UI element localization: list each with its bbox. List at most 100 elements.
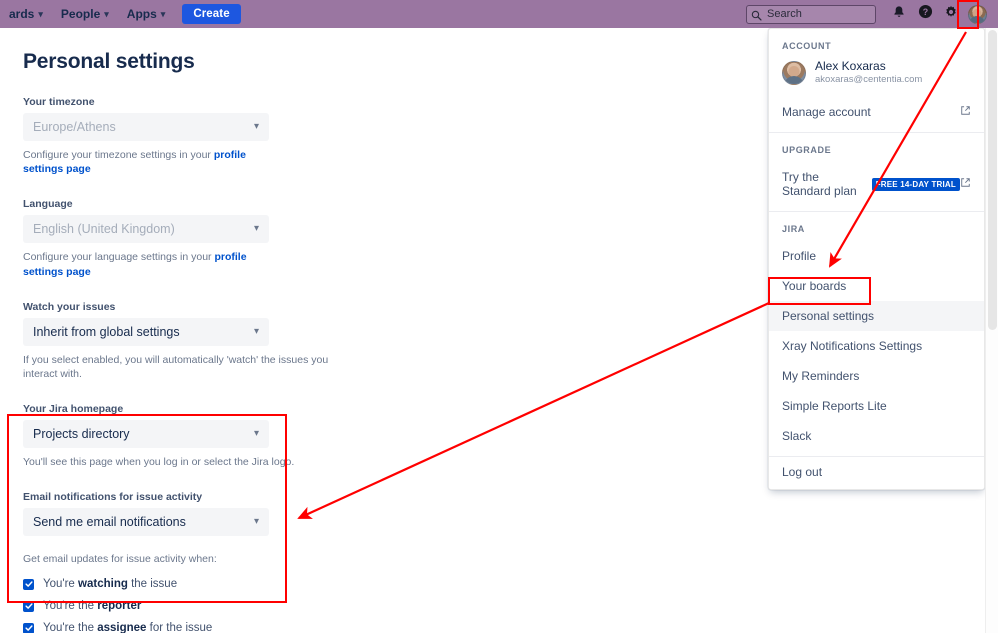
settings-button[interactable] <box>938 0 964 28</box>
dropdown-section-upgrade-label: UPGRADE <box>769 133 984 162</box>
checkbox-checked-icon[interactable] <box>23 601 34 612</box>
nav-boards-label: ards <box>9 7 34 21</box>
external-link-icon <box>960 177 971 191</box>
dropdown-upgrade-left: Try the Standard plan FREE 14-DAY TRIAL <box>782 170 960 198</box>
checkbox-checked-icon[interactable] <box>23 623 34 633</box>
dropdown-item-try-standard-plan[interactable]: Try the Standard plan FREE 14-DAY TRIAL <box>769 162 984 206</box>
checkbox-intro-text: Get email updates for issue activity whe… <box>23 553 985 565</box>
nav-left-group: ards ▾ People ▾ Apps ▾ Create <box>0 0 241 28</box>
nav-people-label: People <box>61 7 100 21</box>
chevron-down-icon: ▾ <box>104 10 109 19</box>
chevron-down-icon: ▾ <box>254 327 259 337</box>
nav-apps-label: Apps <box>127 7 157 21</box>
dropdown-item-simple-reports-lite[interactable]: Simple Reports Lite <box>769 391 984 421</box>
field-label: Your Jira homepage <box>23 403 269 415</box>
app-root: ards ▾ People ▾ Apps ▾ Create Search <box>0 0 998 633</box>
field-watch-your-issues: Watch your issues Inherit from global se… <box>23 301 269 381</box>
nav-right-group: Search <box>746 0 990 28</box>
chevron-down-icon: ▾ <box>254 429 259 439</box>
language-help-prefix: Configure your language settings in your <box>23 251 214 263</box>
chevron-down-icon: ▾ <box>38 10 43 19</box>
avatar-body <box>784 76 804 85</box>
watch-issues-help-text: If you select enabled, you will automati… <box>23 353 343 381</box>
language-select[interactable]: English (United Kingdom) ▾ <box>23 215 269 243</box>
dropdown-item-log-out-label: Log out <box>782 465 822 479</box>
nav-apps[interactable]: Apps ▾ <box>118 0 175 28</box>
field-jira-homepage: Your Jira homepage Projects directory ▾ … <box>23 403 269 469</box>
scrollbar-thumb[interactable] <box>988 30 997 330</box>
dropdown-item-xray-notifications-settings-label: Xray Notifications Settings <box>782 339 922 353</box>
checkbox-checked-icon[interactable] <box>23 579 34 590</box>
email-checkbox-row[interactable]: You're the assignee for the issue <box>23 617 985 633</box>
email-checkbox-label: You're the reporter <box>43 600 141 612</box>
gear-icon <box>944 5 958 24</box>
avatar <box>782 61 806 85</box>
jira-homepage-select[interactable]: Projects directory ▾ <box>23 420 269 448</box>
language-select-value: English (United Kingdom) <box>33 222 175 236</box>
field-label: Language <box>23 198 269 210</box>
dropdown-item-profile[interactable]: Profile <box>769 241 984 271</box>
field-your-timezone: Your timezone Europe/Athens ▾ Configure … <box>23 96 269 176</box>
search-placeholder-text: Search <box>767 8 802 20</box>
profile-dropdown-menu: ACCOUNT Alex Koxaras akoxaras@cententia.… <box>768 28 985 490</box>
free-trial-badge: FREE 14-DAY TRIAL <box>872 178 960 191</box>
timezone-select[interactable]: Europe/Athens ▾ <box>23 113 269 141</box>
dropdown-section-jira-label: JIRA <box>769 212 984 241</box>
dropdown-user-name: Alex Koxaras <box>815 58 922 74</box>
email-notifications-select-value: Send me email notifications <box>33 515 186 529</box>
search-field-wrapper[interactable]: Search <box>746 5 876 24</box>
dropdown-item-slack-label: Slack <box>782 429 811 443</box>
dropdown-item-log-out[interactable]: Log out <box>769 457 984 487</box>
timezone-select-value: Europe/Athens <box>33 120 116 134</box>
dropdown-item-my-reminders-label: My Reminders <box>782 369 859 383</box>
help-button[interactable]: ? <box>912 0 938 28</box>
timezone-help-text: Configure your timezone settings in your… <box>23 148 269 176</box>
dropdown-item-personal-settings-label: Personal settings <box>782 309 874 323</box>
dropdown-item-xray-notifications-settings[interactable]: Xray Notifications Settings <box>769 331 984 361</box>
language-help-text: Configure your language settings in your… <box>23 250 269 278</box>
svg-text:?: ? <box>922 7 927 17</box>
field-language: Language English (United Kingdom) ▾ Conf… <box>23 198 269 278</box>
dropdown-item-simple-reports-lite-label: Simple Reports Lite <box>782 399 887 413</box>
avatar <box>968 5 987 24</box>
top-navigation-bar: ards ▾ People ▾ Apps ▾ Create Search <box>0 0 998 28</box>
create-button[interactable]: Create <box>182 4 240 24</box>
dropdown-item-manage-account[interactable]: Manage account <box>769 97 984 127</box>
dropdown-item-manage-account-label: Manage account <box>782 105 871 119</box>
chevron-down-icon: ▾ <box>254 224 259 234</box>
dropdown-jira-items: Profile Your boards Personal settings Xray … <box>769 241 984 451</box>
dropdown-item-your-boards[interactable]: Your boards <box>769 271 984 301</box>
dropdown-item-profile-label: Profile <box>782 249 816 263</box>
email-checkbox-row[interactable]: You're the reporter <box>23 595 985 617</box>
nav-boards[interactable]: ards ▾ <box>0 0 52 28</box>
chevron-down-icon: ▾ <box>254 122 259 132</box>
email-checkbox-row[interactable]: You're watching the issue <box>23 573 985 595</box>
email-notifications-select[interactable]: Send me email notifications ▾ <box>23 508 269 536</box>
jira-homepage-help-text: You'll see this page when you log in or … <box>23 455 343 469</box>
watch-issues-select[interactable]: Inherit from global settings ▾ <box>23 318 269 346</box>
dropdown-item-slack[interactable]: Slack <box>769 421 984 451</box>
timezone-help-prefix: Configure your timezone settings in your <box>23 149 214 161</box>
email-notifications-label: Email notifications for issue activity <box>23 491 985 503</box>
dropdown-account-row: Alex Koxaras akoxaras@cententia.com <box>769 58 984 97</box>
watch-issues-select-value: Inherit from global settings <box>33 325 180 339</box>
notifications-button[interactable] <box>886 0 912 28</box>
dropdown-user-email: akoxaras@cententia.com <box>815 74 922 87</box>
dropdown-item-personal-settings[interactable]: Personal settings <box>769 301 984 331</box>
avatar-body <box>969 16 985 24</box>
email-checkbox-list: You're watching the issue You're the repo… <box>23 573 985 633</box>
profile-avatar-button[interactable] <box>964 0 990 28</box>
email-notifications-section: Email notifications for issue activity S… <box>23 491 985 633</box>
chevron-down-icon: ▾ <box>161 10 166 19</box>
dropdown-item-my-reminders[interactable]: My Reminders <box>769 361 984 391</box>
field-label: Your timezone <box>23 96 269 108</box>
email-checkbox-label: You're watching the issue <box>43 578 177 590</box>
page-scrollbar[interactable] <box>985 28 998 633</box>
dropdown-item-your-boards-label: Your boards <box>782 279 846 293</box>
nav-people[interactable]: People ▾ <box>52 0 118 28</box>
search-input[interactable]: Search <box>746 5 876 24</box>
chevron-down-icon: ▾ <box>254 517 259 527</box>
dropdown-user-info: Alex Koxaras akoxaras@cententia.com <box>815 58 922 87</box>
email-checkbox-label: You're the assignee for the issue <box>43 622 212 633</box>
external-link-icon <box>960 105 971 119</box>
